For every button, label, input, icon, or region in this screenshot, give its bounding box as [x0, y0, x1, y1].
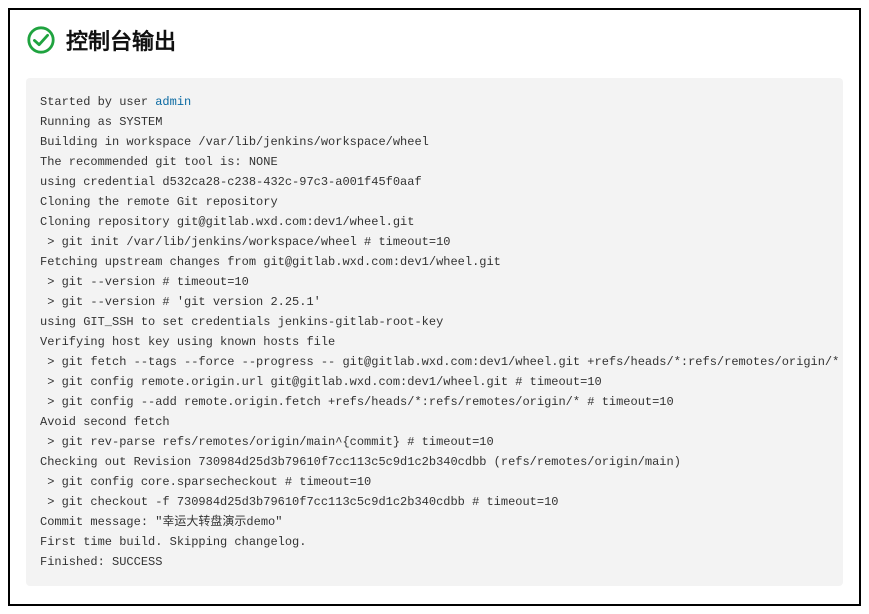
check-circle-icon	[26, 25, 56, 55]
console-line: > git --version # timeout=10	[40, 275, 249, 289]
console-line: > git config core.sparsecheckout # timeo…	[40, 475, 371, 489]
console-line: Cloning the remote Git repository	[40, 195, 278, 209]
console-line: The recommended git tool is: NONE	[40, 155, 278, 169]
console-line: > git init /var/lib/jenkins/workspace/wh…	[40, 235, 450, 249]
console-line: > git rev-parse refs/remotes/origin/main…	[40, 435, 494, 449]
console-output: Started by user admin Running as SYSTEM …	[26, 78, 843, 586]
console-line: Running as SYSTEM	[40, 115, 162, 129]
console-line: > git checkout -f 730984d25d3b79610f7cc1…	[40, 495, 558, 509]
console-line: > git --version # 'git version 2.25.1'	[40, 295, 321, 309]
console-line: Building in workspace /var/lib/jenkins/w…	[40, 135, 429, 149]
page-container: 控制台输出 Started by user admin Running as S…	[8, 8, 861, 606]
console-line: > git config remote.origin.url git@gitla…	[40, 375, 602, 389]
console-line: Commit message: "幸运大转盘演示demo"	[40, 515, 282, 529]
console-line: Started by user admin	[40, 95, 191, 109]
page-title: 控制台输出	[66, 24, 176, 56]
console-line: using GIT_SSH to set credentials jenkins…	[40, 315, 443, 329]
console-line: Avoid second fetch	[40, 415, 170, 429]
console-line: using credential d532ca28-c238-432c-97c3…	[40, 175, 422, 189]
console-link[interactable]: admin	[155, 95, 191, 109]
console-line: Cloning repository git@gitlab.wxd.com:de…	[40, 215, 414, 229]
console-line: > git config --add remote.origin.fetch +…	[40, 395, 674, 409]
console-line: Fetching upstream changes from git@gitla…	[40, 255, 501, 269]
console-line: Finished: SUCCESS	[40, 555, 162, 569]
console-line: First time build. Skipping changelog.	[40, 535, 306, 549]
console-line: Verifying host key using known hosts fil…	[40, 335, 335, 349]
console-line: > git fetch --tags --force --progress --…	[40, 355, 843, 369]
console-line: Checking out Revision 730984d25d3b79610f…	[40, 455, 681, 469]
page-header: 控制台输出	[26, 24, 843, 56]
